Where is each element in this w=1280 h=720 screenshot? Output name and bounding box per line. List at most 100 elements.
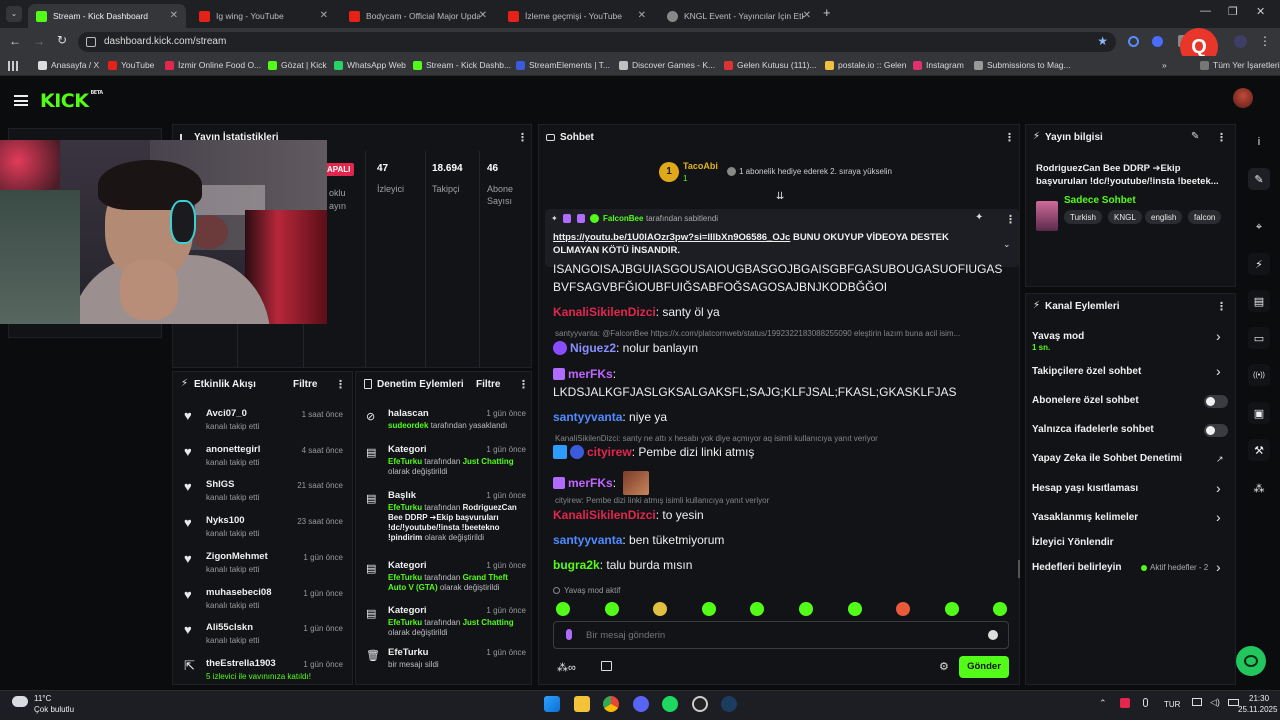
maximize-button[interactable]: ❐: [1228, 5, 1238, 18]
notes-icon[interactable]: ▤: [1248, 290, 1270, 312]
forward-icon[interactable]: →: [33, 34, 45, 48]
emoji-picker-icon[interactable]: [988, 630, 998, 640]
pinned-link[interactable]: https://youtu.be/1U0lAOzr3pw?si=lIlbXn9O…: [553, 232, 790, 243]
channel-action-row[interactable]: Abonelere özel sohbet: [1032, 393, 1230, 415]
chat-username[interactable]: KanaliSikilenDizci: [553, 305, 656, 319]
minimize-button[interactable]: —: [1200, 5, 1211, 17]
close-tab-icon[interactable]: ✕: [638, 10, 646, 21]
chat-username[interactable]: merFKs: [568, 367, 613, 381]
browser-menu-icon[interactable]: ⋮: [1259, 34, 1271, 48]
clock-time[interactable]: 21:30: [1249, 694, 1269, 703]
bookmark-link[interactable]: İzmir Online Food O...: [165, 60, 261, 70]
activity-username[interactable]: ZigonMehmet: [206, 551, 268, 562]
pinned-by-name[interactable]: FalconBee: [603, 214, 643, 223]
reload-icon[interactable]: ↻: [57, 33, 67, 47]
activity-username[interactable]: Avci07_0: [206, 408, 247, 419]
chat-message[interactable]: KanaliSikilenDizci: to yesin: [553, 508, 1013, 522]
quick-emote-button[interactable]: [556, 602, 570, 616]
channel-action-row[interactable]: Yasaklanmış kelimeler ›: [1032, 509, 1230, 532]
bookmark-link[interactable]: Anasayfa / X: [38, 60, 99, 70]
chat-message[interactable]: santyyvanta: ben tüketmiyorum: [553, 533, 1013, 547]
chat-message[interactable]: Niguez2: nolur banlayın: [553, 341, 1013, 355]
quick-emote-button[interactable]: [799, 602, 813, 616]
reply-context[interactable]: santyyvanta: @FalconBee https://x.com/pl…: [555, 329, 1005, 338]
chat-message[interactable]: KanaliSikilenDizci: santy öl ya: [553, 305, 1013, 319]
browser-tab[interactable]: KNGL Event - Yayıncılar İçin Etk ✕: [659, 4, 819, 28]
hamburger-menu-icon[interactable]: [14, 95, 28, 106]
chat-tools-icon[interactable]: ⁂∞: [557, 661, 576, 674]
toggle-switch[interactable]: [1204, 395, 1228, 408]
broadcast-icon[interactable]: ((•)): [1248, 364, 1270, 386]
bookmark-link[interactable]: Submissions to Mag...: [974, 60, 1071, 70]
moderation-filter-button[interactable]: Filtre: [476, 379, 500, 390]
tag-kngl[interactable]: KNGL: [1108, 210, 1142, 224]
activity-username[interactable]: Nyks100: [206, 515, 245, 526]
chat-popout-icon[interactable]: ▭: [1248, 327, 1270, 349]
close-tab-icon[interactable]: ✕: [479, 10, 487, 21]
channel-action-row[interactable]: Takipçilere özel sohbet ›: [1032, 363, 1230, 386]
edit-info-icon[interactable]: ✎: [1191, 131, 1199, 142]
moderation-item-title[interactable]: Kategori: [388, 444, 427, 455]
chat-username[interactable]: Niguez2: [570, 341, 616, 355]
channel-action-row[interactable]: Hesap yaşı kısıtlaması ›: [1032, 480, 1230, 503]
support-chat-button[interactable]: [1236, 646, 1266, 676]
channel-actions-menu-icon[interactable]: ⋮: [1216, 300, 1227, 313]
moderation-menu-icon[interactable]: ⋮: [518, 378, 529, 391]
pinned-menu-icon[interactable]: ⋮: [1005, 213, 1016, 226]
activity-filter-button[interactable]: Filtre: [293, 379, 317, 390]
pinned-expand-icon[interactable]: ⌄: [1003, 239, 1011, 250]
quick-emote-button[interactable]: [701, 602, 716, 616]
clock-date[interactable]: 25.11.2025: [1238, 705, 1277, 714]
stats-menu-icon[interactable]: ⋮: [517, 131, 528, 144]
activity-menu-icon[interactable]: ⋮: [335, 378, 346, 391]
chat-message[interactable]: bugra2k: talu burda mısın: [553, 558, 1013, 572]
chat-username[interactable]: merFKs: [568, 476, 613, 490]
start-icon[interactable]: [544, 696, 560, 712]
close-tab-icon[interactable]: ✕: [320, 10, 328, 21]
bookmark-link[interactable]: Gözat | Kick: [268, 60, 327, 70]
info-icon[interactable]: i: [1248, 131, 1270, 153]
activity-username[interactable]: ShIGS: [206, 479, 235, 490]
tray-mic-icon[interactable]: [1143, 698, 1148, 707]
bookmark-link[interactable]: Gelen Kutusu (111)...: [724, 60, 817, 70]
toggle-switch[interactable]: [1204, 424, 1228, 437]
browser-tab[interactable]: İzleme geçmişi - YouTube ✕: [500, 4, 654, 28]
discord-icon[interactable]: [633, 696, 649, 712]
moderation-item-title[interactable]: halascan: [388, 408, 429, 419]
quick-emote-button[interactable]: [604, 602, 619, 616]
browser-tab[interactable]: Bodycam - Official Major Upda ✕: [341, 4, 495, 28]
tab-search-button[interactable]: ⌄: [6, 6, 22, 22]
moderation-item-title[interactable]: Kategori: [388, 560, 427, 571]
keyboard-language[interactable]: TUR: [1164, 700, 1180, 709]
moderation-item-title[interactable]: Kategori: [388, 605, 427, 616]
focus-icon[interactable]: ⌖: [1248, 216, 1270, 238]
moderation-item-title[interactable]: EfeTurku: [388, 647, 428, 658]
all-bookmarks-link[interactable]: Tüm Yer İşaretleri: [1200, 60, 1280, 70]
bookmark-link[interactable]: Stream - Kick Dashb...: [413, 60, 511, 70]
unpin-icon[interactable]: ✦: [975, 212, 983, 223]
chat-message[interactable]: BVFSAGVBFĞIOUBFUIĞSABFOĞSAGOSAJBNJKODBĞĞ…: [553, 280, 1013, 294]
chat-message[interactable]: merFKs:: [553, 471, 1013, 495]
bookmark-link[interactable]: postale.io :: Gelen: [825, 60, 907, 70]
apps-icon[interactable]: [8, 61, 18, 71]
channel-action-row[interactable]: Yavaş mod 1 sn. ›: [1032, 328, 1230, 352]
chat-message[interactable]: santyyvanta: niye ya: [553, 410, 1013, 424]
chat-username[interactable]: cityirew: [587, 445, 632, 459]
bookmark-link[interactable]: Instagram: [913, 60, 964, 70]
chat-message-input[interactable]: [586, 628, 966, 642]
close-tab-icon[interactable]: ✕: [170, 10, 178, 21]
activity-username[interactable]: Ali55clskn: [206, 622, 253, 633]
chat-settings-icon[interactable]: ⚙: [939, 660, 949, 673]
browser-tab[interactable]: Stream - Kick Dashboard ✕: [28, 4, 186, 28]
file-explorer-icon[interactable]: [574, 696, 590, 712]
tools-icon[interactable]: ⚒: [1248, 439, 1270, 461]
chat-menu-icon[interactable]: ⋮: [1004, 131, 1015, 144]
reply-context[interactable]: cityirew: Pembe dizi linki atmış isimli …: [555, 496, 1005, 505]
bookmark-link[interactable]: StreamElements | T...: [516, 60, 610, 70]
quick-emote-button[interactable]: [653, 602, 668, 616]
chat-username[interactable]: KanaliSikilenDizci: [553, 508, 656, 522]
tag-turkish[interactable]: Turkish: [1064, 210, 1102, 224]
leaderboard-name[interactable]: TacoAbi: [683, 161, 718, 171]
tray-overflow-icon[interactable]: ⌃: [1099, 698, 1107, 709]
channel-action-row[interactable]: Hedefleri belirleyin Aktif hedefler - 2 ›: [1032, 559, 1230, 582]
